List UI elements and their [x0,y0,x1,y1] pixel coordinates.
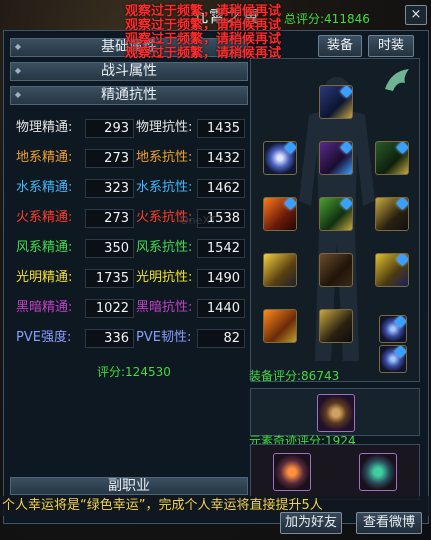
stat-row-earth: 地系精通: 273 地系抗性: 1432 [10,147,248,171]
collapse-icon: ◆ [14,90,22,99]
stat-value: 1462 [197,179,245,198]
category-mastery-resistance[interactable]: ◆ 精通抗性 [10,86,248,105]
pet-slot-1[interactable] [273,453,311,491]
necklace-slot[interactable] [263,141,297,175]
sub-profession-label: 副职业 [108,478,150,494]
watermark: OneXT [180,214,217,227]
shoulder-slot[interactable] [319,141,353,175]
stat-label: 黑暗精通: [16,300,73,315]
stat-value: 293 [85,119,134,138]
element-miracle-slot[interactable] [317,394,355,432]
stat-value: 336 [85,329,134,348]
equipment-score: 装备评分:86743 [249,369,340,383]
expand-icon: ◆ [14,42,22,51]
offhand-slot[interactable] [263,309,297,343]
stat-value: 1022 [85,299,134,318]
tab-equipment[interactable]: 装备 [318,35,362,57]
sub-profession-bar[interactable]: 副职业 [10,477,248,495]
stat-label: 物理抗性: [136,120,193,135]
gem-icon [394,346,406,358]
stat-label: 火系精通: [16,210,73,225]
total-score: 总评分:411846 [284,12,370,26]
stat-row-light: 光明精通: 1735 光明抗性: 1490 [10,267,248,291]
wing-icon[interactable] [381,65,413,97]
gem-icon [284,198,296,210]
stat-label: 黑暗抗性: [136,300,193,315]
legs-slot[interactable] [319,253,353,287]
stat-label: 水系精通: [16,180,73,195]
stat-row-pve: PVE强度: 336 PVE韧性: 82 [10,327,248,351]
stat-value: 350 [85,239,134,258]
add-friend-button[interactable]: 加为好友 [280,512,342,534]
stat-label: PVE韧性: [136,330,192,345]
stat-label: 物理精通: [16,120,73,135]
stat-value: 323 [85,179,134,198]
gem-icon [284,142,296,154]
category-combat-attributes[interactable]: ◆ 战斗属性 [10,62,248,81]
stat-label: 光明精通: [16,270,73,285]
ring-slot-2[interactable] [379,345,407,373]
close-button[interactable]: × [405,5,427,25]
stat-label: 风系抗性: [136,240,193,255]
gem-icon [396,254,408,266]
stat-value: 1435 [197,119,245,138]
element-miracle-panel [250,388,420,436]
stat-row-dark: 黑暗精通: 1022 黑暗抗性: 1440 [10,297,248,321]
stat-value: 273 [85,149,134,168]
stat-value: 1432 [197,149,245,168]
gem-icon [396,198,408,210]
stat-label: 水系抗性: [136,180,193,195]
armor-slot[interactable] [319,197,353,231]
tab-fashion[interactable]: 时装 [368,35,414,57]
gem-icon [396,142,408,154]
stat-label: 地系精通: [16,150,73,165]
view-blog-button[interactable]: 查看微博 [356,512,422,534]
stats-table: 物理精通: 293 物理抗性: 1435 地系精通: 273 地系抗性: 143… [10,115,248,377]
category-combat-label: 战斗属性 [101,63,157,79]
stat-label: PVE强度: [16,330,72,345]
cape-slot[interactable] [375,141,409,175]
gem-icon [394,316,406,328]
equipment-panel [250,58,420,382]
gem-icon [340,142,352,154]
stat-value: 82 [197,329,245,348]
glove-slot[interactable] [375,197,409,231]
gem-icon [340,86,352,98]
stat-value: 1490 [197,269,245,288]
stat-row-wind: 风系精通: 350 风系抗性: 1542 [10,237,248,261]
stat-value: 1542 [197,239,245,258]
expand-icon: ◆ [14,66,22,75]
stat-label: 光明抗性: [136,270,193,285]
category-mastery-label: 精通抗性 [101,87,157,103]
weapon-slot[interactable] [263,197,297,231]
boots-slot[interactable] [319,309,353,343]
stat-value: 1440 [197,299,245,318]
helmet-slot[interactable] [319,85,353,119]
belt-slot[interactable] [263,253,297,287]
stat-row-water: 水系精通: 323 水系抗性: 1462 [10,177,248,201]
gem-icon [340,198,352,210]
stat-label: 地系抗性: [136,150,193,165]
stat-value: 273 [85,209,134,228]
attribute-score: 评分:124530 [97,365,171,379]
ring-slot-1[interactable] [379,315,407,343]
stat-label: 风系精通: [16,240,73,255]
pet-slot-2[interactable] [359,453,397,491]
pet-panel [250,444,420,500]
stat-value: 1735 [85,269,134,288]
bracer-slot[interactable] [375,253,409,287]
stat-row-physical: 物理精通: 293 物理抗性: 1435 [10,117,248,141]
warning-message: 观察过于频繁，请稍候再试 [125,46,282,61]
